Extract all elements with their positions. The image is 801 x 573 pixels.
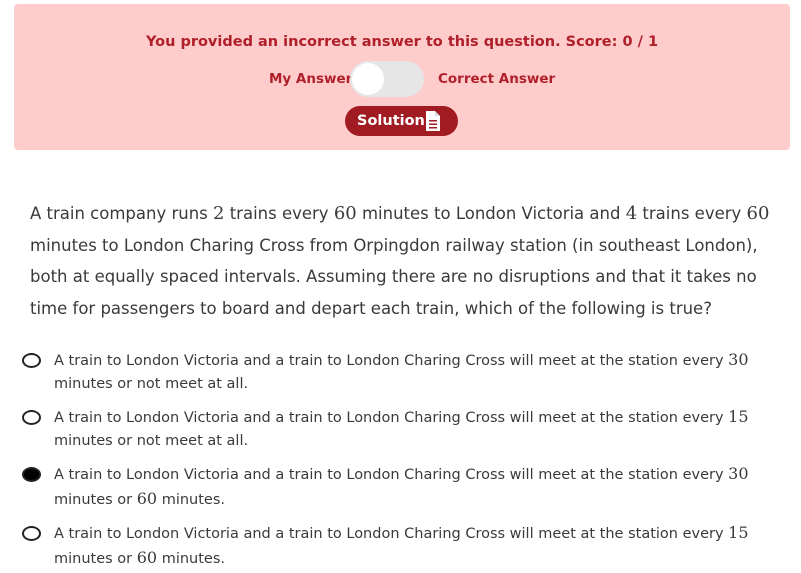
option-part: minutes. bbox=[157, 551, 226, 567]
question-part: minutes to London Victoria and bbox=[356, 204, 626, 223]
question-number: 4 bbox=[625, 203, 638, 224]
radio-button[interactable] bbox=[22, 526, 41, 541]
option-number: 15 bbox=[728, 407, 749, 426]
question-part: minutes to London Charing Cross from Orp… bbox=[30, 235, 758, 318]
answer-toggle-row: My Answer Correct Answer bbox=[14, 60, 790, 98]
document-icon bbox=[426, 111, 440, 131]
option-part: minutes or not meet at all. bbox=[54, 376, 249, 392]
option-part: minutes or bbox=[54, 551, 137, 567]
option-part: A train to London Victoria and a train t… bbox=[54, 410, 729, 426]
question-part: trains every bbox=[224, 204, 334, 223]
question-number: 60 bbox=[746, 203, 770, 224]
option-text: A train to London Victoria and a train t… bbox=[54, 462, 754, 512]
option-part: A train to London Victoria and a train t… bbox=[54, 467, 729, 483]
correct-answer-label: Correct Answer bbox=[438, 71, 556, 87]
feedback-message: You provided an incorrect answer to this… bbox=[145, 34, 659, 50]
option-text: A train to London Victoria and a train t… bbox=[54, 521, 754, 571]
option-part: A train to London Victoria and a train t… bbox=[54, 353, 729, 369]
question-part: A train company runs bbox=[30, 204, 214, 223]
radio-button[interactable] bbox=[22, 467, 41, 482]
option-number: 30 bbox=[728, 464, 749, 483]
toggle-knob bbox=[352, 63, 384, 95]
question-number: 2 bbox=[213, 203, 225, 224]
radio-button[interactable] bbox=[22, 353, 41, 368]
answer-toggle-switch[interactable] bbox=[350, 61, 424, 97]
question-part: trains every bbox=[637, 204, 747, 223]
option-number: 60 bbox=[136, 489, 158, 508]
option-text: A train to London Victoria and a train t… bbox=[54, 405, 754, 453]
feedback-banner: You provided an incorrect answer to this… bbox=[14, 4, 790, 150]
question-number: 60 bbox=[333, 203, 357, 224]
solution-label: Solution bbox=[357, 113, 425, 129]
option-number: 15 bbox=[728, 523, 749, 542]
option-part: minutes. bbox=[157, 492, 226, 508]
option-text: A train to London Victoria and a train t… bbox=[54, 348, 754, 396]
question-text: A train company runs 2 trains every 60 m… bbox=[30, 198, 780, 324]
option-number: 60 bbox=[136, 548, 158, 567]
solution-button[interactable]: Solution bbox=[345, 106, 458, 136]
option-part: minutes or not meet at all. bbox=[54, 433, 249, 449]
option-number: 30 bbox=[728, 350, 749, 369]
option-part: A train to London Victoria and a train t… bbox=[54, 526, 729, 542]
option-part: minutes or bbox=[54, 492, 137, 508]
my-answer-label: My Answer bbox=[269, 71, 353, 87]
radio-button[interactable] bbox=[22, 410, 41, 425]
